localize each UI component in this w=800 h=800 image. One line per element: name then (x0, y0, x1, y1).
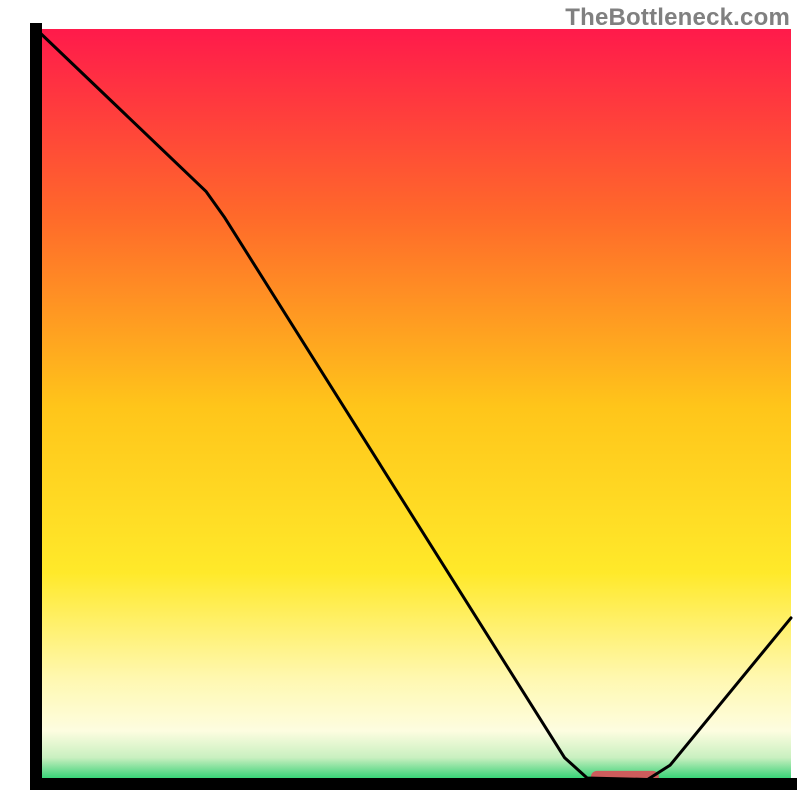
gradient-background (36, 29, 791, 784)
chart-container: TheBottleneck.com (0, 0, 800, 800)
plot-area (36, 29, 791, 784)
chart-svg (0, 0, 800, 800)
watermark-text: TheBottleneck.com (565, 4, 790, 32)
